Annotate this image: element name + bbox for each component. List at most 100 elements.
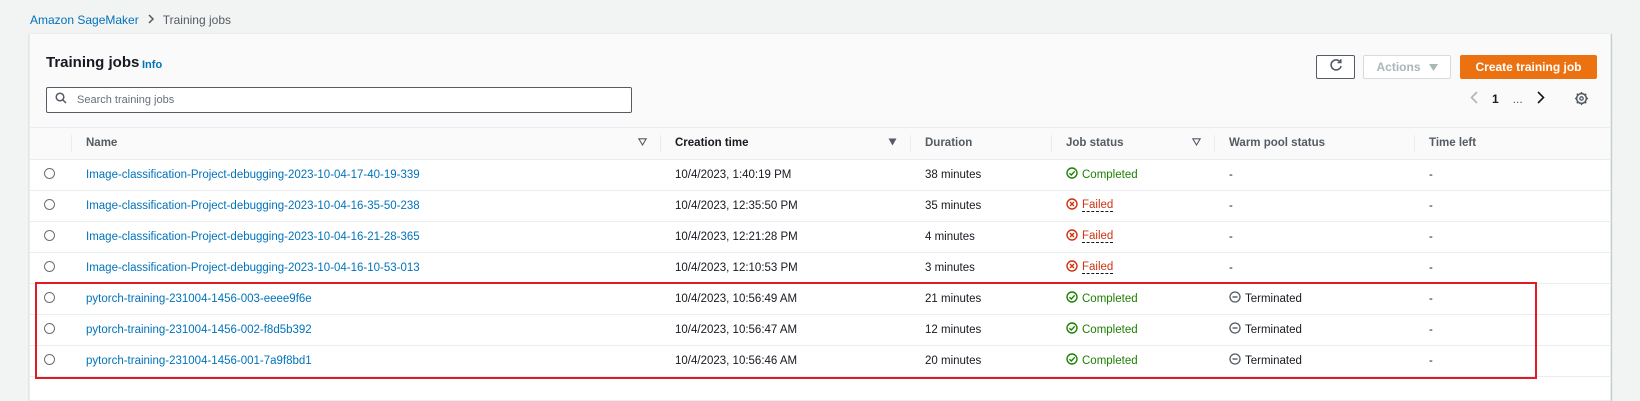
next-page-icon[interactable] — [1537, 91, 1545, 107]
column-header-warm-pool-status: Warm pool status — [1215, 128, 1415, 160]
sort-desc-icon[interactable] — [888, 137, 897, 149]
search-box[interactable] — [46, 87, 632, 113]
warm-pool-cell: - — [1215, 159, 1415, 190]
job-name-link[interactable]: Image-classification-Project-debugging-2… — [86, 169, 420, 181]
job-status: Completed — [1066, 291, 1138, 306]
warm-pool-status-text: - — [1229, 199, 1233, 212]
job-name-cell: pytorch-training-231004-1456-001-7a9f8bd… — [72, 345, 661, 376]
job-status-text: Completed — [1082, 354, 1138, 367]
column-header-creation-time[interactable]: Creation time — [661, 128, 911, 160]
job-status: Completed — [1066, 353, 1138, 368]
row-radio-button[interactable] — [44, 322, 55, 334]
job-name-cell: Image-classification-Project-debugging-2… — [72, 252, 661, 283]
warm-pool-status: Terminated — [1229, 291, 1302, 306]
sort-icon[interactable] — [637, 137, 648, 149]
table-row[interactable]: Image-classification-Project-debugging-2… — [30, 221, 1610, 252]
chevron-right-icon — [147, 12, 155, 27]
row-radio-button[interactable] — [44, 167, 55, 179]
creation-time-cell: 10/4/2023, 10:56:49 AM — [675, 292, 798, 305]
time-left-cell: - — [1429, 323, 1433, 336]
search-icon — [55, 91, 67, 109]
row-radio-button[interactable] — [44, 291, 55, 303]
check-circle-icon — [1066, 291, 1078, 306]
column-header-time-left-label: Time left — [1429, 137, 1477, 150]
column-header-creation-time-label: Creation time — [675, 137, 749, 150]
warm-pool-status-text: Terminated — [1245, 292, 1302, 305]
job-name-link[interactable]: pytorch-training-231004-1456-002-f8d5b39… — [86, 324, 312, 336]
job-status-cell: Completed — [1052, 314, 1215, 345]
job-name-link[interactable]: Image-classification-Project-debugging-2… — [86, 231, 420, 243]
table-row[interactable]: pytorch-training-231004-1456-003-eeee9f6… — [30, 283, 1610, 314]
job-status-text: Failed — [1082, 261, 1114, 274]
warm-pool-status-text: Terminated — [1245, 354, 1302, 367]
job-name-cell: Image-classification-Project-debugging-2… — [72, 221, 661, 252]
refresh-icon — [1329, 58, 1343, 77]
time-left-cell: - — [1429, 292, 1433, 305]
actions-button[interactable]: Actions — [1363, 55, 1451, 79]
job-status-cell: Completed — [1052, 159, 1215, 190]
row-select-cell — [30, 283, 72, 314]
column-header-name[interactable]: Name — [72, 128, 661, 160]
job-status-text: Completed — [1082, 323, 1138, 336]
create-training-job-button[interactable]: Create training job — [1460, 55, 1597, 79]
job-name-link[interactable]: pytorch-training-231004-1456-003-eeee9f6… — [86, 293, 312, 305]
row-radio-button[interactable] — [44, 198, 55, 210]
table-row[interactable]: pytorch-training-231004-1456-001-7a9f8bd… — [30, 345, 1610, 376]
job-name-link[interactable]: Image-classification-Project-debugging-2… — [86, 262, 420, 274]
time-left-cell: - — [1429, 168, 1433, 181]
minus-circle-icon — [1229, 291, 1241, 306]
row-select-cell — [30, 252, 72, 283]
page-number[interactable]: 1 — [1492, 92, 1499, 106]
row-radio-button[interactable] — [44, 260, 55, 272]
table-row[interactable]: pytorch-training-231004-1456-002-f8d5b39… — [30, 314, 1610, 345]
row-radio-button[interactable] — [44, 353, 55, 365]
warm-pool-status-text: - — [1229, 261, 1233, 274]
table-row[interactable]: Image-classification-Project-debugging-2… — [30, 190, 1610, 221]
duration-cell: 21 minutes — [925, 292, 982, 305]
sort-icon[interactable] — [1191, 137, 1202, 149]
check-circle-icon — [1066, 353, 1078, 368]
job-status-text: Completed — [1082, 292, 1138, 305]
column-header-job-status-label: Job status — [1066, 137, 1124, 150]
creation-time-cell: 10/4/2023, 12:21:28 PM — [675, 230, 798, 243]
column-header-job-status[interactable]: Job status — [1052, 128, 1215, 160]
job-status-cell: Failed — [1052, 190, 1215, 221]
search-input[interactable] — [75, 93, 595, 107]
creation-time-cell: 10/4/2023, 10:56:47 AM — [675, 323, 798, 336]
job-status-cell: Completed — [1052, 345, 1215, 376]
duration-cell: 35 minutes — [925, 199, 982, 212]
row-select-cell — [30, 221, 72, 252]
check-circle-icon — [1066, 322, 1078, 337]
job-status-text: Failed — [1082, 230, 1114, 243]
table-row[interactable]: Image-classification-Project-debugging-2… — [30, 252, 1610, 283]
table-header-row: Name Creation time Duration Job status W… — [30, 128, 1610, 160]
job-status: Completed — [1066, 167, 1138, 182]
x-circle-icon — [1066, 260, 1078, 275]
creation-time-cell: 10/4/2023, 1:40:19 PM — [675, 168, 792, 181]
x-circle-icon — [1066, 229, 1078, 244]
refresh-button[interactable] — [1316, 55, 1355, 79]
time-left-cell: - — [1429, 354, 1433, 367]
prev-page-icon[interactable] — [1470, 91, 1478, 107]
job-status[interactable]: Failed — [1066, 198, 1114, 213]
job-status[interactable]: Failed — [1066, 229, 1114, 244]
job-name-link[interactable]: Image-classification-Project-debugging-2… — [86, 200, 420, 212]
gear-icon[interactable] — [1572, 89, 1590, 107]
breadcrumb: Amazon SageMaker Training jobs — [30, 12, 231, 27]
creation-time-cell: 10/4/2023, 12:10:53 PM — [675, 261, 798, 274]
job-name-cell: pytorch-training-231004-1456-003-eeee9f6… — [72, 283, 661, 314]
job-status-cell: Failed — [1052, 221, 1215, 252]
info-link[interactable]: Info — [142, 59, 162, 71]
table-row[interactable]: Image-classification-Project-debugging-2… — [30, 159, 1610, 190]
duration-cell: 4 minutes — [925, 230, 975, 243]
breadcrumb-sagemaker-link[interactable]: Amazon SageMaker — [30, 13, 139, 27]
minus-circle-icon — [1229, 353, 1241, 368]
row-radio-button[interactable] — [44, 229, 55, 241]
actions-label: Actions — [1376, 60, 1421, 74]
warm-pool-cell: - — [1215, 190, 1415, 221]
job-status: Completed — [1066, 322, 1138, 337]
job-status[interactable]: Failed — [1066, 260, 1114, 275]
job-name-link[interactable]: pytorch-training-231004-1456-001-7a9f8bd… — [86, 355, 312, 367]
warm-pool-cell: Terminated — [1215, 314, 1415, 345]
page-ellipsis: ... — [1512, 92, 1523, 106]
